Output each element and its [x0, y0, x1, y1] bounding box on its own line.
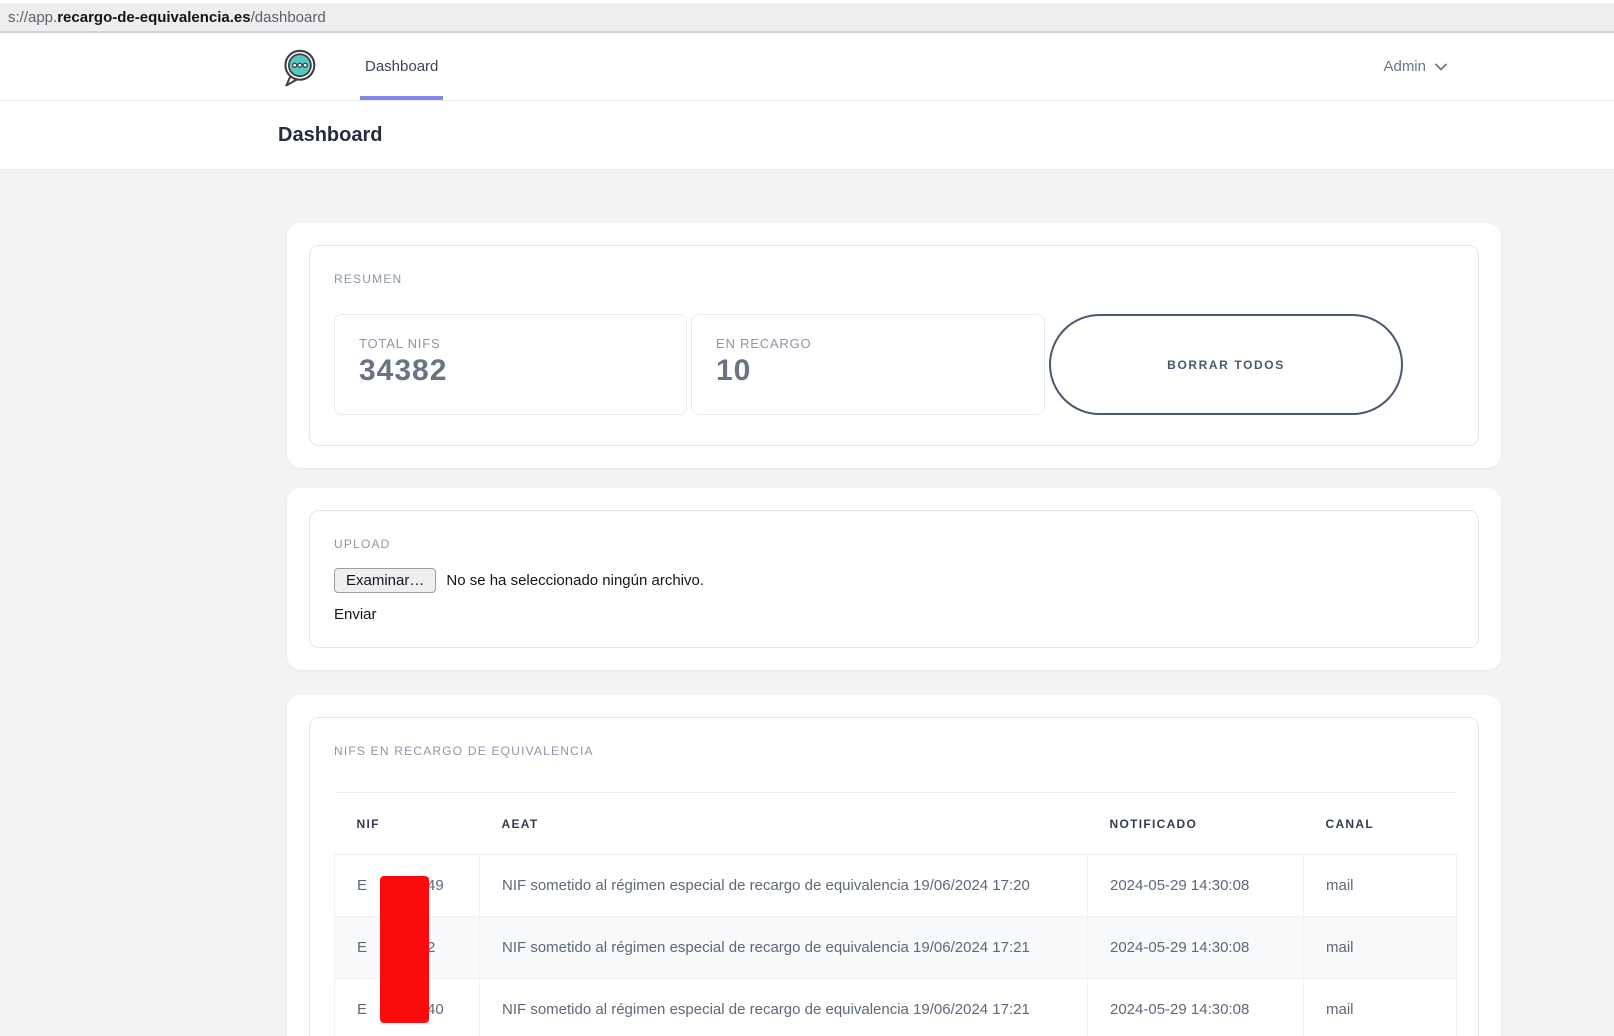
file-status-text: No se ha seleccionado ningún archivo.: [446, 572, 704, 589]
column-header-aeat: AEAT: [480, 793, 1088, 855]
user-menu-admin[interactable]: Admin: [1383, 58, 1447, 75]
page-header: Dashboard: [0, 101, 1614, 170]
stat-value: 10: [716, 354, 1020, 388]
url-domain: recargo-de-equivalencia.es: [57, 9, 250, 26]
upload-section: UPLOAD Examinar… No se ha seleccionado n…: [287, 488, 1501, 670]
nifs-table-wrap: NIF AEAT NOTIFICADO CANAL E49 NIF someti…: [334, 792, 1454, 1036]
url-scheme-prefix: s://app.: [8, 9, 57, 26]
nav-link-dashboard[interactable]: Dashboard: [360, 33, 443, 100]
user-menu-label: Admin: [1383, 58, 1426, 75]
table-row: E49 NIF sometido al régimen especial de …: [335, 855, 1457, 917]
notificado-cell: 2024-05-29 14:30:08: [1088, 917, 1304, 979]
upload-section-label: UPLOAD: [334, 537, 1454, 551]
stat-card-total-nifs: TOTAL NIFS 34382: [334, 314, 687, 415]
aeat-cell: NIF sometido al régimen especial de reca…: [480, 855, 1088, 917]
aeat-cell: NIF sometido al régimen especial de reca…: [480, 979, 1088, 1036]
nifs-table: NIF AEAT NOTIFICADO CANAL E49 NIF someti…: [334, 792, 1457, 1036]
browse-file-button[interactable]: Examinar…: [334, 568, 436, 593]
page-title: Dashboard: [278, 124, 382, 147]
upload-card: UPLOAD Examinar… No se ha seleccionado n…: [309, 510, 1479, 648]
url-path: /dashboard: [251, 9, 326, 26]
column-header-notificado: NOTIFICADO: [1088, 793, 1304, 855]
borrar-todos-button[interactable]: BORRAR TODOS: [1049, 314, 1403, 415]
nifs-card: NIFS EN RECARGO DE EQUIVALENCIA NIF AEAT…: [309, 717, 1479, 1036]
canal-cell: mail: [1304, 855, 1457, 917]
app-navbar: Dashboard Admin: [0, 33, 1614, 101]
table-header-row: NIF AEAT NOTIFICADO CANAL: [335, 793, 1457, 855]
main-content: RESUMEN TOTAL NIFS 34382 EN RECARGO 10 B…: [0, 170, 1614, 1036]
file-input: Examinar… No se ha seleccionado ningún a…: [334, 568, 1454, 593]
chat-bubble-icon: [278, 44, 320, 90]
canal-cell: mail: [1304, 917, 1457, 979]
nif-redaction-overlay: [380, 876, 429, 1023]
stat-value: 34382: [359, 354, 662, 388]
resumen-card: RESUMEN TOTAL NIFS 34382 EN RECARGO 10 B…: [309, 245, 1479, 446]
stats-row: TOTAL NIFS 34382 EN RECARGO 10 BORRAR TO…: [334, 314, 1454, 415]
nav-link-label: Dashboard: [365, 58, 438, 75]
table-row: E2 NIF sometido al régimen especial de r…: [335, 917, 1457, 979]
chevron-down-icon: [1435, 63, 1447, 71]
stat-label: TOTAL NIFS: [359, 336, 662, 351]
aeat-cell: NIF sometido al régimen especial de reca…: [480, 917, 1088, 979]
notificado-cell: 2024-05-29 14:30:08: [1088, 979, 1304, 1036]
notificado-cell: 2024-05-29 14:30:08: [1088, 855, 1304, 917]
nifs-section-label: NIFS EN RECARGO DE EQUIVALENCIA: [334, 744, 1454, 758]
canal-cell: mail: [1304, 979, 1457, 1036]
column-header-nif: NIF: [335, 793, 480, 855]
brand-logo: [278, 44, 320, 90]
stat-card-en-recargo: EN RECARGO 10: [691, 314, 1045, 415]
browser-address-bar[interactable]: s://app.recargo-de-equivalencia.es/dashb…: [0, 3, 1614, 33]
column-header-canal: CANAL: [1304, 793, 1457, 855]
stat-label: EN RECARGO: [716, 336, 1020, 351]
enviar-button[interactable]: Enviar: [334, 606, 377, 623]
table-row: E40 NIF sometido al régimen especial de …: [335, 979, 1457, 1036]
nifs-section: NIFS EN RECARGO DE EQUIVALENCIA NIF AEAT…: [287, 695, 1501, 1036]
resumen-section-label: RESUMEN: [334, 272, 1454, 286]
resumen-section: RESUMEN TOTAL NIFS 34382 EN RECARGO 10 B…: [287, 223, 1501, 468]
